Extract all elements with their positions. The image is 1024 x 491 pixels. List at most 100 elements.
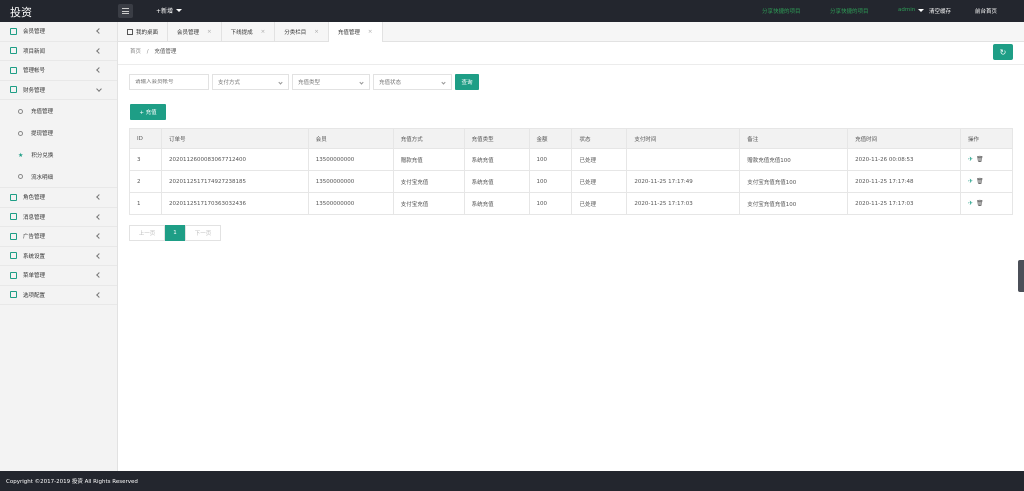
- sidebar-item-label: 选项配置: [23, 292, 46, 299]
- sidebar-item-options[interactable]: 选项配置: [0, 286, 117, 305]
- tab-recharge[interactable]: 充值管理 ×: [328, 22, 383, 42]
- table-cell: 3: [129, 148, 162, 171]
- caret-down-icon: [176, 9, 183, 12]
- sidebar-item-label: 系统设置: [23, 253, 46, 260]
- column-header: ID: [129, 128, 162, 149]
- table-cell: 100: [528, 170, 573, 193]
- header-divider: [118, 64, 1024, 65]
- sidebar-item-label: 菜单管理: [23, 273, 46, 280]
- pay-method-select[interactable]: 支付方式: [212, 74, 289, 90]
- app-logo: 投资: [10, 6, 32, 19]
- sidebar-subitem-points-exchange[interactable]: ★ 积分兑换: [0, 144, 117, 166]
- menu-toggle-button[interactable]: [118, 4, 133, 18]
- user-menu[interactable]: admin: [898, 7, 925, 13]
- side-panel-handle[interactable]: [1018, 260, 1024, 292]
- send-icon[interactable]: ✈: [968, 156, 973, 163]
- pay-method-value: 支付方式: [218, 80, 241, 86]
- page-1-button[interactable]: 1: [165, 225, 185, 241]
- trash-icon[interactable]: 🗑: [976, 200, 984, 207]
- close-icon[interactable]: ×: [368, 29, 373, 35]
- tab-label: 充值管理: [337, 30, 360, 36]
- breadcrumb-home[interactable]: 首页: [130, 49, 141, 55]
- table-cell: 系统充值: [463, 192, 530, 215]
- tab-my-desktop[interactable]: 我的桌面: [118, 22, 169, 42]
- sidebar-item-menus[interactable]: 菜单管理: [0, 266, 117, 286]
- table-cell: 20201126000830677124​00: [160, 148, 309, 171]
- table-cell: 100: [528, 148, 573, 171]
- top-link-share-1[interactable]: 分享快捷的项目: [762, 7, 801, 15]
- table-row: 3 20201126000830677124​00 13500000000 赠款…: [129, 148, 1013, 171]
- chevron-left-icon: [96, 194, 102, 200]
- tab-bar: 我的桌面 会员管理 × 下线提成 × 分类栏目 × 充值管理 ×: [118, 22, 1024, 42]
- table-cell: 已处理: [571, 170, 628, 193]
- member-account-input[interactable]: [129, 74, 209, 90]
- new-menu-dropdown[interactable]: +新增: [156, 6, 183, 15]
- prev-page-button[interactable]: 上一页: [129, 225, 165, 241]
- sidebar-item-news[interactable]: 项目新闻: [0, 42, 117, 61]
- table-cell: 支付宝充值充值100: [739, 170, 849, 193]
- close-icon[interactable]: ×: [261, 29, 266, 35]
- clear-cache-link[interactable]: 清空缓存: [929, 7, 951, 15]
- account-icon: [10, 66, 17, 74]
- query-button[interactable]: 查询: [455, 74, 479, 90]
- caret-down-icon: [918, 8, 925, 12]
- trash-icon[interactable]: 🗑: [976, 156, 984, 163]
- top-link-share-2[interactable]: 分享快捷的项目: [830, 7, 869, 15]
- sidebar-item-ads[interactable]: 广告管理: [0, 227, 117, 247]
- close-icon[interactable]: ×: [207, 29, 212, 35]
- add-recharge-button[interactable]: + 充值: [130, 104, 166, 120]
- tab-label: 下线提成: [230, 30, 253, 36]
- user-icon: [10, 27, 17, 35]
- next-page-button[interactable]: 下一页: [185, 225, 221, 241]
- star-icon: ★: [18, 151, 24, 159]
- sidebar-subitem-label: 流水明细: [31, 174, 54, 181]
- sidebar-item-members[interactable]: 会员管理: [0, 22, 117, 42]
- trash-icon[interactable]: 🗑: [976, 178, 984, 185]
- tab-members[interactable]: 会员管理 ×: [168, 22, 222, 42]
- table-cell: 20201125171703630324​36: [160, 192, 309, 215]
- chevron-down-icon: [96, 85, 102, 92]
- sidebar-subitem-withdraw[interactable]: 提现管理: [0, 122, 117, 144]
- frontend-home-link[interactable]: 前台首页: [975, 7, 997, 15]
- close-icon[interactable]: ×: [314, 29, 319, 35]
- sidebar-subitem-label: 充值管理: [31, 109, 54, 115]
- home-icon: [127, 29, 133, 35]
- tab-commission[interactable]: 下线提成 ×: [222, 22, 276, 42]
- chevron-left-icon: [96, 272, 102, 278]
- table-cell: 赠款充值: [392, 148, 465, 171]
- member-account-field[interactable]: [135, 79, 208, 85]
- recharge-type-select[interactable]: 充值类型: [292, 74, 370, 90]
- column-header: 状态: [571, 128, 628, 149]
- sidebar: 会员管理 项目新闻 管理帐号 财务管理 充值管理 提现管理 ★ 积分兑换 流水明…: [0, 22, 118, 471]
- options-icon: [10, 291, 17, 299]
- sidebar-item-messages[interactable]: 消息管理: [0, 208, 117, 227]
- new-menu-label: +新增: [156, 8, 174, 15]
- sidebar-item-roles[interactable]: 角色管理: [0, 188, 117, 208]
- table-cell: 20201125171749272381​85: [160, 170, 309, 193]
- refresh-button[interactable]: ↻: [993, 44, 1013, 60]
- footer: Copyright ©2017-2019 投资 All Rights Reser…: [0, 471, 1024, 491]
- send-icon[interactable]: ✈: [968, 200, 973, 207]
- recharge-type-value: 充值类型: [298, 80, 321, 86]
- column-header: 操作: [960, 128, 1013, 149]
- user-name: admin: [898, 7, 916, 13]
- sidebar-item-finance[interactable]: 财务管理: [0, 81, 117, 100]
- tab-categories[interactable]: 分类栏目 ×: [275, 22, 329, 42]
- row-actions: ✈ 🗑: [960, 148, 1013, 171]
- sidebar-item-settings[interactable]: 系统设置: [0, 247, 117, 266]
- message-icon: [10, 213, 17, 221]
- recharge-status-select[interactable]: 充值状态: [373, 74, 452, 90]
- sidebar-subitem-label: 提现管理: [31, 131, 54, 137]
- tab-label: 会员管理: [177, 30, 200, 36]
- table-cell: 2020-11-25 17:17:03: [626, 192, 741, 215]
- sidebar-subitem-recharge[interactable]: 充值管理: [0, 100, 117, 122]
- send-icon[interactable]: ✈: [968, 178, 973, 185]
- sidebar-subitem-transactions[interactable]: 流水明细: [0, 166, 117, 188]
- gear-icon: [10, 252, 17, 260]
- tab-label: 我的桌面: [136, 30, 159, 36]
- circle-icon: [18, 108, 23, 114]
- table-cell: 2020-11-26 00:08:53: [847, 148, 961, 171]
- sidebar-item-admin-accounts[interactable]: 管理帐号: [0, 61, 117, 81]
- shield-icon: [10, 193, 17, 201]
- column-header: 充值时间: [847, 128, 961, 149]
